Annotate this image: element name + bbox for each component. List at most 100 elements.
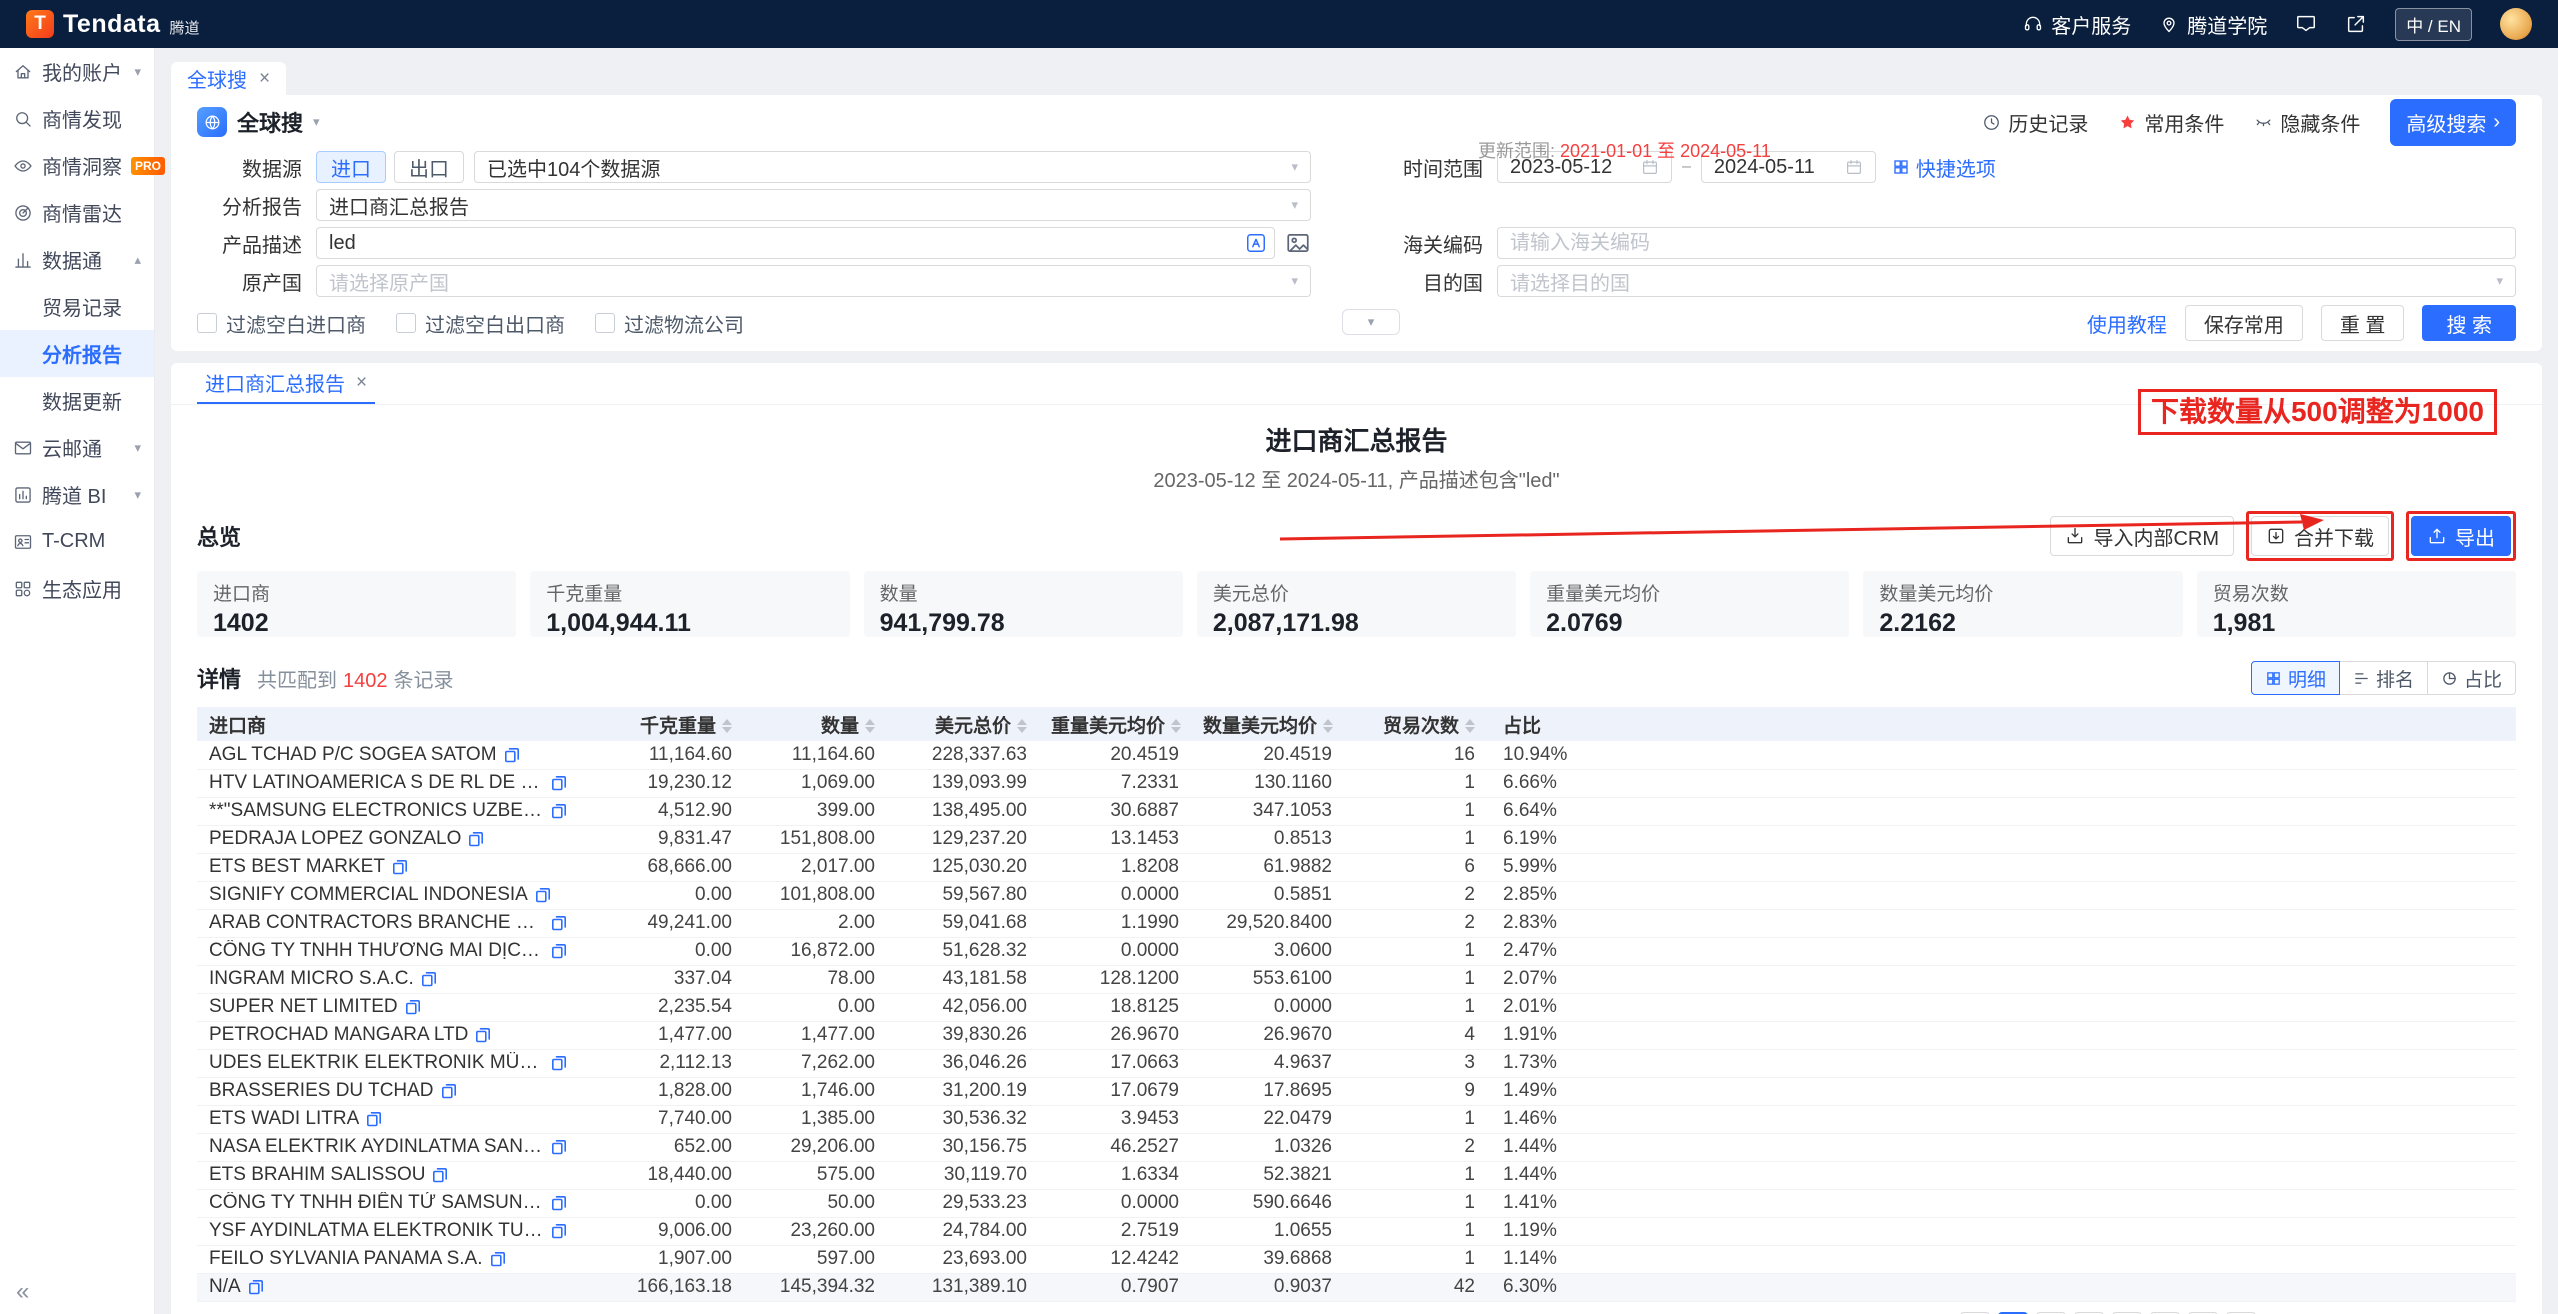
import-crm-button[interactable]: 导入内部CRM — [2050, 516, 2234, 556]
company-detail-icon[interactable] — [441, 1083, 457, 1099]
company-detail-icon[interactable] — [468, 831, 484, 847]
table-row[interactable]: SUPER NET LIMITED 2,235.54 0.00 42,056.0… — [197, 993, 2516, 1021]
view-ratio-button[interactable]: 占比 — [2427, 661, 2516, 695]
export-button[interactable]: 导出 — [2411, 516, 2511, 556]
import-toggle[interactable]: 进口 — [316, 151, 386, 183]
view-rank-button[interactable]: 排名 — [2339, 661, 2428, 695]
company-detail-icon[interactable] — [504, 747, 520, 763]
scope-selector[interactable]: 全球搜 ▾ — [197, 106, 320, 138]
hscode-input[interactable] — [1497, 227, 2516, 259]
sort-icon[interactable] — [1017, 719, 1027, 733]
col-usd-per-qty[interactable]: 数量美元均价 — [1191, 707, 1344, 741]
company-detail-icon[interactable] — [475, 1027, 491, 1043]
tab-global-search[interactable]: 全球搜 × — [171, 62, 286, 95]
sort-icon[interactable] — [1323, 719, 1333, 733]
table-row[interactable]: PETROCHAD MANGARA LTD 1,477.00 1,477.00 … — [197, 1021, 2516, 1049]
merge-download-button[interactable]: 合并下载 — [2251, 516, 2389, 556]
company-detail-icon[interactable] — [551, 1055, 567, 1071]
company-detail-icon[interactable] — [551, 1139, 567, 1155]
view-detail-button[interactable]: 明细 — [2251, 661, 2340, 695]
table-row[interactable]: YSF AYDINLATMA ELEKTRONIK TURIZM SANAYI … — [197, 1217, 2516, 1245]
sidebar-collapse-icon[interactable]: « — [16, 1278, 29, 1306]
translate-icon[interactable] — [1245, 232, 1267, 254]
customer-service-link[interactable]: 客户服务 — [2023, 10, 2131, 39]
hide-conditions-button[interactable]: 隐藏条件 — [2254, 108, 2360, 137]
sort-icon[interactable] — [1171, 719, 1181, 733]
sort-icon[interactable] — [1465, 719, 1475, 733]
table-row[interactable]: **"SAMSUNG ELECTRONICS UZBEKISTAN"** mas… — [197, 797, 2516, 825]
report-type-select[interactable]: 进口商汇总报告 ▾ — [316, 189, 1311, 221]
table-row[interactable]: ETS WADI LITRA 7,740.00 1,385.00 30,536.… — [197, 1105, 2516, 1133]
table-row[interactable]: ARAB CONTRACTORS BRANCHE DU TCHAD 49,241… — [197, 909, 2516, 937]
checkbox-icon[interactable] — [197, 313, 217, 333]
company-detail-icon[interactable] — [551, 803, 567, 819]
sidebar-item-insight[interactable]: 商情洞察 PRO — [0, 142, 154, 189]
table-row[interactable]: CÔNG TY TNHH THƯƠNG MAI DỊCH VỤ ĐIÊN MAN… — [197, 937, 2516, 965]
sidebar-item-radar[interactable]: 商情雷达 — [0, 189, 154, 236]
company-detail-icon[interactable] — [551, 943, 567, 959]
collapse-panel-button[interactable]: ▾ — [1342, 309, 1400, 335]
sort-icon[interactable] — [722, 719, 732, 733]
col-quantity[interactable]: 数量 — [744, 707, 887, 741]
sidebar-item-discovery[interactable]: 商情发现 — [0, 95, 154, 142]
sidebar-item-tcrm[interactable]: T-CRM — [0, 518, 154, 565]
academy-link[interactable]: 腾道学院 — [2159, 10, 2267, 39]
table-row[interactable]: HTV LATINOAMERICA S DE RL DE CV 19,230.1… — [197, 769, 2516, 797]
table-row[interactable]: NASA ELEKTRIK AYDINLATMA SANAYI VE TICAR… — [197, 1133, 2516, 1161]
table-row[interactable]: AGL TCHAD P/C SOGEA SATOM 11,164.60 11,1… — [197, 741, 2516, 769]
company-detail-icon[interactable] — [392, 859, 408, 875]
reset-button[interactable]: 重 置 — [2321, 305, 2405, 341]
language-toggle[interactable]: 中 / EN — [2395, 8, 2472, 41]
company-detail-icon[interactable] — [248, 1279, 264, 1295]
sidebar-item-cloud-mail[interactable]: 云邮通 ▾ — [0, 424, 154, 471]
company-detail-icon[interactable] — [551, 1223, 567, 1239]
table-row[interactable]: N/A 166,163.18 145,394.32 131,389.10 0.7… — [197, 1273, 2516, 1301]
company-detail-icon[interactable] — [535, 887, 551, 903]
close-tab-icon[interactable]: × — [356, 372, 367, 394]
table-row[interactable]: BRASSERIES DU TCHAD 1,828.00 1,746.00 31… — [197, 1077, 2516, 1105]
table-row[interactable]: INGRAM MICRO S.A.C. 337.04 78.00 43,181.… — [197, 965, 2516, 993]
tendata-logo[interactable]: T Tendata 腾道 — [26, 10, 200, 39]
company-detail-icon[interactable] — [421, 971, 437, 987]
col-usd-total[interactable]: 美元总价 — [887, 707, 1039, 741]
sidebar-item-eco-apps[interactable]: 生态应用 — [0, 565, 154, 612]
product-desc-input[interactable] — [316, 227, 1275, 259]
image-search-icon[interactable] — [1285, 230, 1311, 256]
table-row[interactable]: ETS BEST MARKET 68,666.00 2,017.00 125,0… — [197, 853, 2516, 881]
filter-checkbox[interactable]: 过滤空白进口商 — [197, 309, 366, 338]
tab-importer-summary-report[interactable]: 进口商汇总报告 × — [197, 363, 375, 404]
table-row[interactable]: SIGNIFY COMMERCIAL INDONESIA 0.00 101,80… — [197, 881, 2516, 909]
filter-checkbox[interactable]: 过滤空白出口商 — [396, 309, 565, 338]
company-detail-icon[interactable] — [432, 1167, 448, 1183]
col-trade-count[interactable]: 贸易次数 — [1344, 707, 1487, 741]
quick-options-link[interactable]: 快捷选项 — [1892, 153, 1996, 182]
advanced-search-button[interactable]: 高级搜索 › — [2390, 99, 2516, 146]
table-row[interactable]: CÔNG TY TNHH ĐIÊN TỬ SAMSUNG HCMC CE COM… — [197, 1189, 2516, 1217]
col-usd-per-weight[interactable]: 重量美元均价 — [1039, 707, 1191, 741]
origin-country-select[interactable]: 请选择原产国 ▾ — [316, 265, 1311, 297]
save-common-button[interactable]: 保存常用 — [2185, 305, 2303, 341]
table-row[interactable]: FEILO SYLVANIA PANAMA S.A. 1,907.00 597.… — [197, 1245, 2516, 1273]
history-button[interactable]: 历史记录 — [1982, 108, 2088, 137]
table-row[interactable]: ETS BRAHIM SALISSOU 18,440.00 575.00 30,… — [197, 1161, 2516, 1189]
export-toggle[interactable]: 出口 — [394, 151, 464, 183]
company-detail-icon[interactable] — [490, 1251, 506, 1267]
company-detail-icon[interactable] — [551, 915, 567, 931]
chat-icon[interactable] — [2295, 13, 2317, 35]
sidebar-item-my-account[interactable]: 我的账户 ▾ — [0, 48, 154, 95]
avatar[interactable] — [2500, 8, 2532, 40]
dest-country-select[interactable]: 请选择目的国 ▾ — [1497, 265, 2516, 297]
company-detail-icon[interactable] — [366, 1111, 382, 1127]
table-row[interactable]: PEDRAJA LOPEZ GONZALO 9,831.47 151,808.0… — [197, 825, 2516, 853]
tutorial-link[interactable]: 使用教程 — [2087, 309, 2167, 338]
sidebar-item-analysis-report[interactable]: 分析报告 — [0, 330, 154, 377]
company-detail-icon[interactable] — [551, 775, 567, 791]
checkbox-icon[interactable] — [396, 313, 416, 333]
col-weight-kg[interactable]: 千克重量 — [592, 707, 744, 741]
checkbox-icon[interactable] — [595, 313, 615, 333]
search-button[interactable]: 搜 索 — [2422, 305, 2516, 341]
sidebar-item-trade-records[interactable]: 贸易记录 — [0, 283, 154, 330]
sidebar-item-tendata-bi[interactable]: 腾道 BI ▾ — [0, 471, 154, 518]
close-tab-icon[interactable]: × — [259, 68, 270, 90]
company-detail-icon[interactable] — [551, 1195, 567, 1211]
